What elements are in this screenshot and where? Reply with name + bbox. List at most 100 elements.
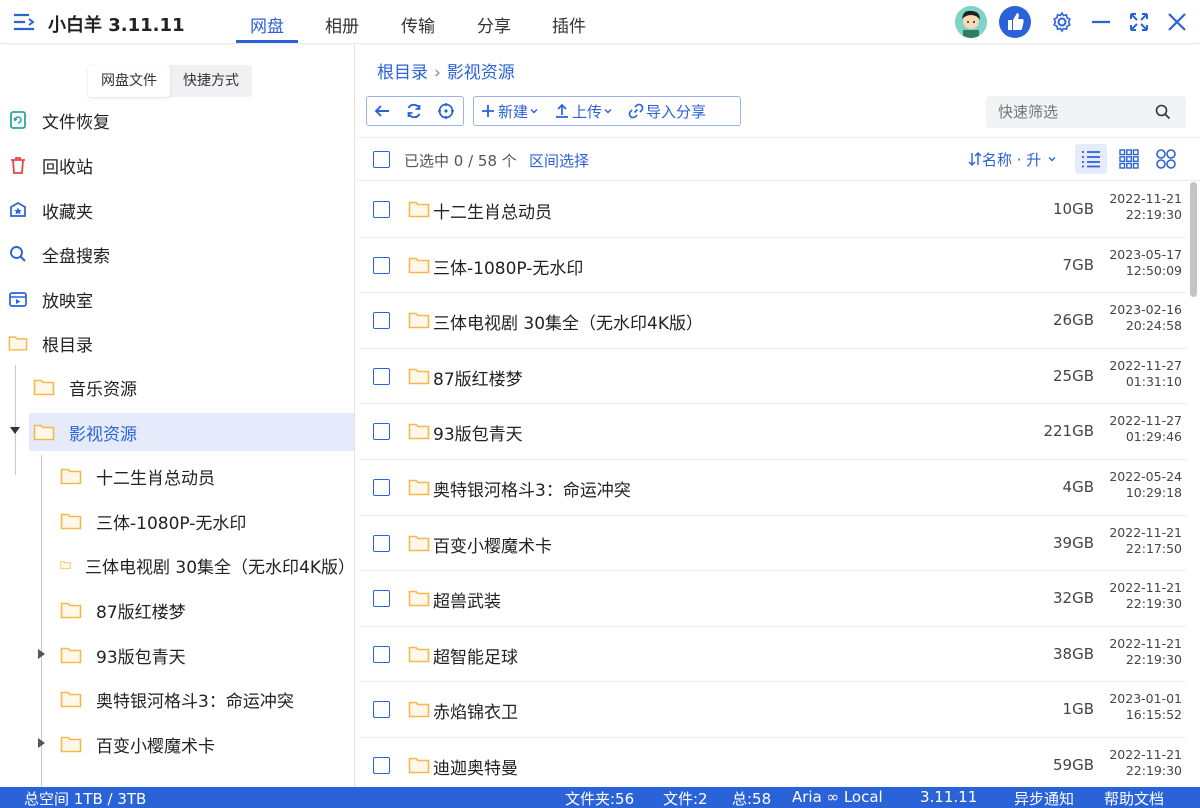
maximize-icon[interactable]: [1127, 10, 1151, 34]
caret-down-icon[interactable]: [9, 426, 21, 436]
folder-icon: [408, 201, 430, 218]
row-checkbox[interactable]: [373, 367, 390, 385]
file-name: 奥特银河格斗3：命运冲突: [433, 481, 631, 501]
close-icon[interactable]: [1165, 10, 1189, 34]
file-name: 百变小樱魔术卡: [433, 536, 552, 557]
tree-item-child[interactable]: 三体-1080P-无水印: [60, 502, 354, 540]
quick-filter-input[interactable]: [998, 102, 1148, 122]
file-size: 32GB: [1052, 589, 1094, 608]
scroll-thumb[interactable]: [1190, 182, 1197, 297]
select-all-checkbox[interactable]: [373, 151, 390, 168]
tree-item-child[interactable]: 奥特银河格斗3：命运冲突: [60, 680, 354, 718]
file-row[interactable]: 超兽武装 32GB 2022-11-21 22:19:30: [360, 571, 1186, 627]
file-row[interactable]: 87版红楼梦 25GB 2022-11-27 01:31:10: [360, 349, 1186, 405]
file-row[interactable]: 百变小樱魔术卡 39GB 2022-11-21 22:17:50: [360, 516, 1186, 572]
file-row[interactable]: 93版包青天 221GB 2022-11-27 01:29:46: [360, 404, 1186, 460]
tree-item-child[interactable]: 百变小樱魔术卡: [60, 725, 354, 763]
file-time: 12:50:09: [1125, 262, 1182, 278]
nav-tab-netdisk[interactable]: 网盘: [250, 12, 284, 37]
settings-gear-icon[interactable]: [1050, 10, 1074, 34]
file-modified: 2022-11-21 22:19:30: [1098, 636, 1182, 668]
nav-tab-plugins[interactable]: 插件: [552, 12, 586, 37]
file-row[interactable]: 三体-1080P-无水印 7GB 2023-05-17 12:50:09: [360, 238, 1186, 294]
folder-icon: [408, 646, 430, 663]
file-row[interactable]: 三体电视剧 30集全（无水印4K版） 26GB 2023-02-16 20:24:58: [360, 293, 1186, 349]
sidebar-item-favorites[interactable]: 收藏夹: [0, 190, 354, 230]
folder-icon: [408, 590, 430, 607]
nav-tab-album[interactable]: 相册: [325, 12, 359, 37]
sidebar-tab-shortcuts[interactable]: 快捷方式: [170, 65, 252, 97]
sidebar-item-file-restore[interactable]: 文件恢复: [0, 100, 354, 140]
folder-count: 文件夹:56: [565, 790, 635, 808]
new-button-label: 新建: [498, 102, 529, 121]
menu-icon[interactable]: [12, 11, 36, 33]
new-button[interactable]: 新建: [474, 97, 548, 125]
row-checkbox[interactable]: [373, 256, 390, 274]
async-notify-link[interactable]: 异步通知: [1014, 788, 1074, 808]
large-icon-view-button[interactable]: [1150, 144, 1182, 174]
tree-item-child[interactable]: 87版红楼梦: [60, 591, 354, 629]
row-checkbox[interactable]: [373, 479, 390, 496]
file-row[interactable]: 赤焰锦衣卫 1GB 2023-01-01 16:15:52: [360, 682, 1186, 738]
search-icon[interactable]: [1154, 103, 1172, 121]
import-share-label: 导入分享: [646, 102, 707, 121]
row-checkbox[interactable]: [373, 423, 390, 441]
sidebar-item-label: 回收站: [42, 157, 93, 178]
locate-button[interactable]: [431, 97, 463, 125]
file-row[interactable]: 奥特银河格斗3：命运冲突 4GB 2022-05-24 10:29:18: [360, 460, 1186, 516]
like-button[interactable]: [999, 6, 1031, 38]
file-row[interactable]: 迪迦奥特曼 59GB 2022-11-21 22:19:30: [360, 738, 1186, 787]
refresh-button[interactable]: [399, 97, 431, 125]
folder-icon: [60, 561, 71, 570]
file-size: 38GB: [1052, 644, 1094, 663]
row-checkbox[interactable]: [373, 645, 390, 663]
aria-status[interactable]: Aria ∞ Local: [792, 788, 883, 806]
tree-item-music[interactable]: 音乐资源: [33, 368, 354, 406]
help-docs-link[interactable]: 帮助文档: [1104, 788, 1164, 808]
tree-item-film[interactable]: 影视资源: [29, 413, 354, 451]
chevron-down-icon: [1048, 157, 1056, 162]
sidebar-tab-netdisk-files[interactable]: 网盘文件: [88, 65, 170, 97]
action-tool-group: 新建 上传 导入分享: [473, 96, 741, 126]
sidebar-item-global-search[interactable]: 全盘搜索: [0, 234, 354, 274]
sidebar-item-recycle-bin[interactable]: 回收站: [0, 145, 354, 185]
scrollbar[interactable]: [1188, 182, 1198, 787]
breadcrumb-current[interactable]: 影视资源: [447, 63, 515, 83]
tree-item-label: 三体-1080P-无水印: [96, 513, 247, 534]
file-time: 22:19:30: [1125, 596, 1182, 612]
tree-item-child[interactable]: 三体电视剧 30集全（无水印4K版）: [60, 546, 354, 584]
sidebar-item-video-room[interactable]: 放映室: [0, 279, 354, 319]
folder-icon: [60, 691, 82, 708]
row-checkbox[interactable]: [373, 534, 390, 552]
tree-item-child[interactable]: 93版包青天: [60, 636, 354, 674]
row-checkbox[interactable]: [373, 590, 390, 608]
breadcrumb-root[interactable]: 根目录: [377, 63, 428, 83]
tree-item-child[interactable]: 十二生肖总动员: [60, 457, 354, 495]
list-view-button[interactable]: [1075, 144, 1107, 174]
grid-view-button[interactable]: [1113, 144, 1145, 174]
file-date: 2022-11-21: [1109, 580, 1182, 596]
nav-tab-share[interactable]: 分享: [477, 12, 511, 37]
row-checkbox[interactable]: [373, 201, 390, 218]
range-select-button[interactable]: 区间选择: [529, 150, 589, 171]
main-panel: 根目录 › 影视资源 新建 上传 导入分享 快速筛选 已选中 0 / 58 个 …: [356, 45, 1200, 787]
row-checkbox[interactable]: [373, 312, 390, 330]
file-row[interactable]: 十二生肖总动员 10GB 2022-11-21 22:19:30: [360, 182, 1186, 238]
minimize-icon[interactable]: [1089, 10, 1113, 34]
file-date: 2022-11-21: [1109, 191, 1182, 206]
row-checkbox[interactable]: [373, 757, 390, 774]
file-row[interactable]: 超智能足球 38GB 2022-11-21 22:19:30: [360, 627, 1186, 683]
sort-button[interactable]: 名称 · 升: [968, 149, 1058, 170]
upload-button[interactable]: 上传: [548, 97, 622, 125]
import-share-button[interactable]: 导入分享: [622, 97, 712, 125]
caret-right-icon[interactable]: [37, 648, 47, 660]
version-label: 3.11.11: [920, 788, 978, 806]
sidebar-item-root-dir[interactable]: 根目录: [0, 323, 354, 363]
file-size: 221GB: [1043, 422, 1094, 441]
nav-tab-transfer[interactable]: 传输: [401, 12, 435, 37]
row-checkbox[interactable]: [373, 701, 390, 719]
back-button[interactable]: [367, 97, 399, 125]
caret-right-icon[interactable]: [37, 737, 47, 749]
folder-icon: [408, 424, 430, 440]
avatar[interactable]: [955, 6, 987, 38]
